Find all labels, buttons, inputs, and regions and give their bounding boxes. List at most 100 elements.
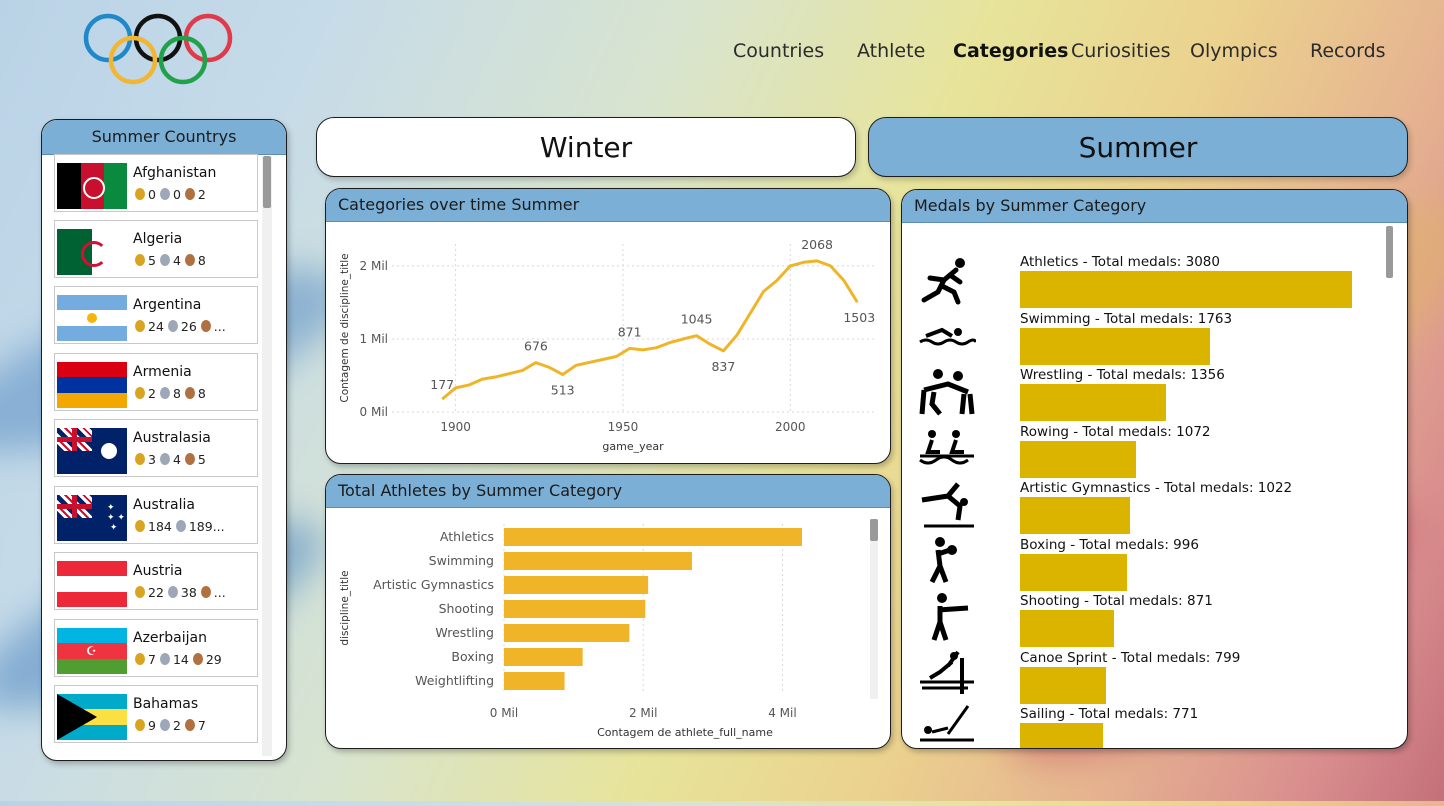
data-label: 2068	[801, 237, 833, 252]
countries-scrollbar[interactable]	[262, 156, 272, 756]
bar-chart-scrollbar-thumb[interactable]	[870, 519, 878, 541]
medals-scrollbar-thumb[interactable]	[1386, 226, 1393, 278]
gold-medal-icon	[135, 188, 145, 200]
y-axis-title: Contagem de discipline_title	[339, 253, 351, 402]
azerbaijan-flag-icon: ☪	[57, 628, 127, 674]
boxing-icon	[929, 537, 957, 584]
medal-counts: 0 0 2	[135, 187, 206, 202]
x-tick-label: 1950	[608, 420, 639, 434]
y-tick-label: 0 Mil	[360, 405, 388, 419]
winter-toggle-button[interactable]: Winter	[316, 117, 856, 177]
category-label: Boxing	[451, 649, 494, 664]
nav-olympics[interactable]: Olympics	[1190, 40, 1278, 66]
silver-medal-icon	[159, 653, 170, 665]
swimming-icon	[919, 327, 976, 346]
medal-category-label: Wrestling - Total medals: 1356	[1020, 367, 1225, 383]
medal-counts: 22 38 ...	[135, 585, 226, 600]
x-tick-label: 0 Mil	[490, 706, 518, 720]
country-name: Australasia	[133, 430, 211, 446]
nav-curiosities[interactable]: Curiosities	[1071, 40, 1171, 66]
category-label: Swimming	[429, 553, 494, 568]
series-line	[441, 259, 859, 401]
country-name: Bahamas	[133, 696, 199, 712]
silver-medal-icon	[167, 320, 178, 332]
bar-chart-title: Total Athletes by Summer Category	[326, 475, 890, 508]
medal-bar	[1020, 440, 1136, 478]
bronze-medal-icon	[184, 188, 195, 200]
bronze-medal-icon	[200, 320, 211, 332]
country-name: Australia	[133, 497, 195, 513]
gold-count: 0	[148, 187, 156, 202]
shooting-icon	[931, 593, 969, 641]
category-label: Shooting	[439, 601, 494, 616]
category-label: Athletics	[440, 529, 494, 544]
silver-medal-icon	[159, 387, 170, 399]
y-tick-label: 2 Mil	[360, 259, 388, 273]
nav-athlete[interactable]: Athlete	[857, 40, 925, 66]
athletics-icon	[921, 258, 965, 305]
gymnastics-icon	[921, 482, 974, 528]
medal-category-label: Rowing - Total medals: 1072	[1020, 423, 1211, 440]
austria-flag-icon	[57, 561, 127, 607]
medal-counts: 7 14 29	[135, 652, 222, 667]
country-card-austria[interactable]: Austria 22 38 ...	[54, 552, 258, 610]
afghanistan-flag-icon	[57, 163, 127, 209]
gold-medal-icon	[135, 653, 145, 665]
data-label: 837	[711, 359, 735, 374]
country-name: Afghanistan	[133, 165, 217, 181]
data-label: 513	[551, 383, 575, 398]
countries-scrollbar-thumb[interactable]	[263, 156, 271, 208]
x-axis-title: Contagem de athlete_full_name	[597, 726, 773, 739]
nav-records[interactable]: Records	[1310, 40, 1386, 66]
armenia-flag-icon	[57, 362, 127, 408]
x-tick-label: 1900	[440, 420, 471, 434]
australasia-flag-icon	[57, 428, 127, 474]
medal-category-label: Boxing - Total medals: 996	[1020, 536, 1199, 553]
data-label: 676	[524, 339, 548, 354]
medal-bar	[1020, 666, 1106, 704]
bar-chart-scrollbar[interactable]	[870, 519, 878, 699]
country-name: Armenia	[133, 364, 192, 380]
silver-count: 8	[172, 386, 181, 401]
summer-toggle-button[interactable]: Summer	[868, 117, 1408, 177]
medal-counts: 184 189...	[135, 519, 225, 534]
medal-category-label: Sailing - Total medals: 771	[1020, 706, 1199, 722]
silver-count: 189...	[188, 519, 225, 534]
medal-category-label: Canoe Sprint - Total medals: 799	[1020, 649, 1241, 666]
country-card-bahamas[interactable]: Bahamas 9 2 7	[54, 685, 258, 743]
bronze-count: 8	[197, 386, 206, 401]
medal-bar	[1020, 271, 1352, 308]
medal-category-label: Athletics - Total medals: 3080	[1020, 254, 1220, 270]
wrestling-icon	[919, 369, 975, 416]
bar	[504, 624, 630, 642]
country-card-armenia[interactable]: Armenia 2 8 8	[54, 353, 258, 411]
silver-count: 0	[172, 187, 181, 202]
nav-categories[interactable]: Categories	[953, 40, 1068, 66]
country-card-argentina[interactable]: Argentina 24 26 ...	[54, 286, 258, 344]
line-chart: 0 Mil 1 Mil 2 Mil 1900 1950 2000 game_year Cont…	[339, 237, 875, 453]
nav-countries[interactable]: Countries	[733, 40, 824, 66]
bar	[504, 552, 692, 570]
country-card-afghanistan[interactable]: Afghanistan 0 0 2	[54, 154, 258, 212]
gold-medal-icon	[135, 254, 145, 266]
country-name: Argentina	[133, 297, 202, 313]
x-tick-label: 2000	[775, 420, 806, 434]
medal-bar	[1020, 497, 1130, 534]
y-axis-title: discipline_title	[339, 570, 351, 645]
country-card-australia[interactable]: ✦ ✦ ✦ ✦ Australia 184 189...	[54, 486, 258, 544]
country-card-algeria[interactable]: Algeria 5 4 8	[54, 220, 258, 278]
country-card-australasia[interactable]: Australasia 3 4 5	[54, 419, 258, 477]
country-name: Algeria	[133, 231, 183, 247]
silver-count: 2	[172, 718, 181, 733]
medals-scrollbar[interactable]	[1386, 224, 1394, 744]
line-chart-panel: Categories over time Summer 0 Mil 1 Mil 2 …	[325, 188, 891, 464]
silver-count: 38	[180, 585, 197, 600]
data-label: 177	[430, 377, 454, 392]
bronze-count: 8	[197, 253, 206, 268]
bronze-medal-icon	[200, 586, 211, 598]
medal-bar	[1020, 610, 1114, 647]
medal-counts: 5 4 8	[135, 253, 206, 268]
medal-bar	[1020, 327, 1210, 365]
country-card-azerbaijan[interactable]: ☪ Azerbaijan 7 14 29	[54, 619, 258, 677]
medal-counts: 3 4 5	[135, 452, 206, 467]
